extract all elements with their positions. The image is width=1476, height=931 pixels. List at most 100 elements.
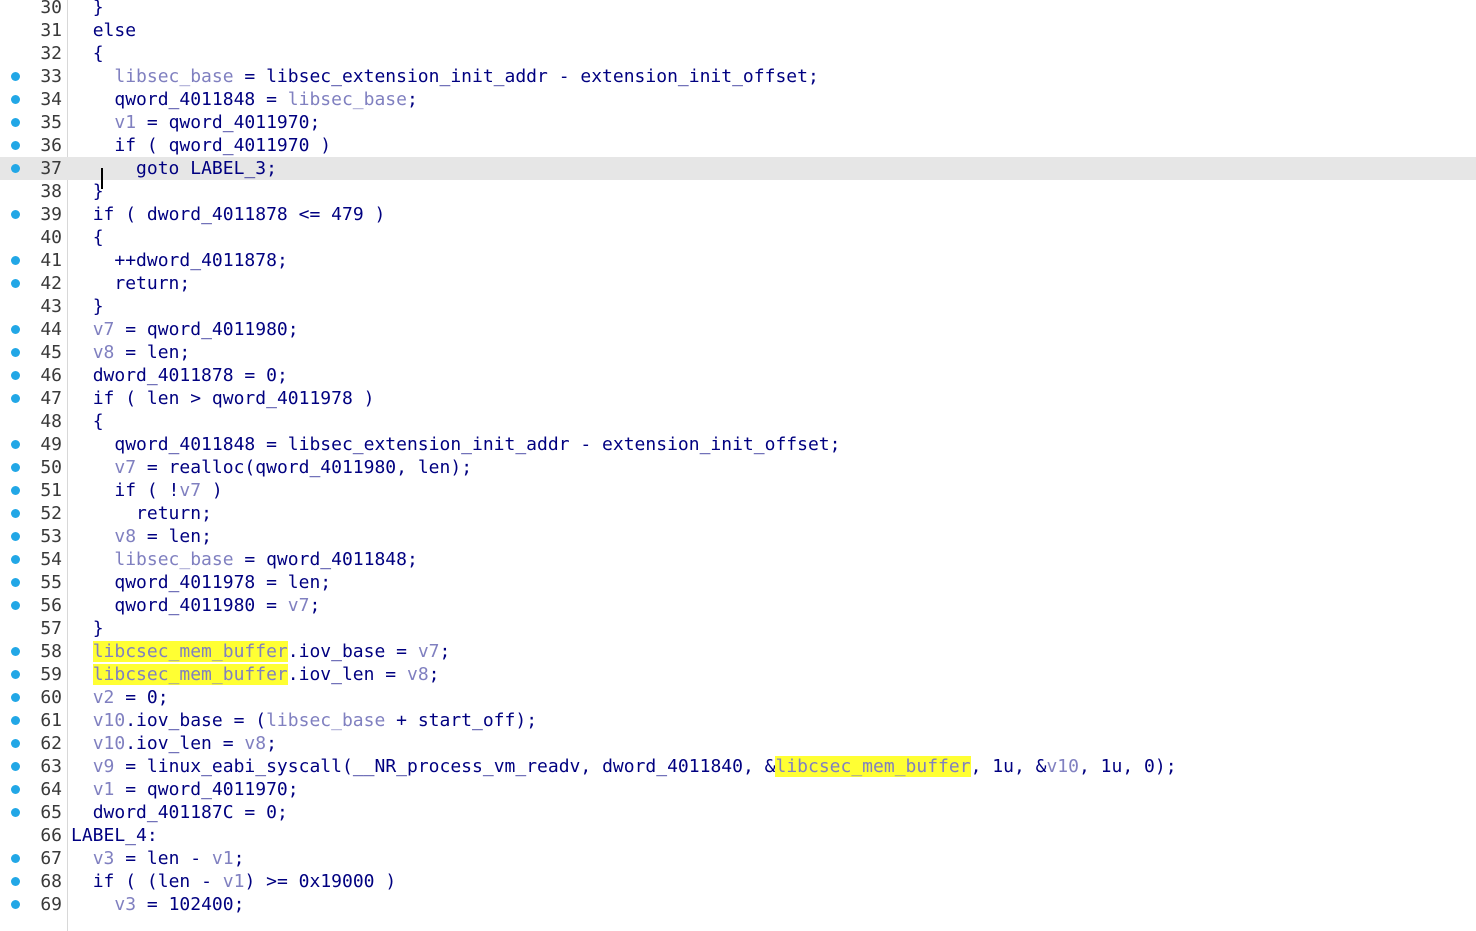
code-line[interactable]: 53 v8 = len; — [0, 525, 1476, 548]
identifier[interactable]: qword_4011848 — [114, 434, 255, 455]
breakpoint-dot-icon[interactable] — [11, 210, 20, 219]
code-text[interactable]: v10.iov_base = (libsec_base + start_off)… — [71, 709, 537, 732]
code-text[interactable]: if ( (len - v1) >= 0x19000 ) — [71, 870, 397, 893]
code-text[interactable]: v8 = len; — [71, 525, 212, 548]
local-variable[interactable]: libsec_base — [114, 549, 233, 570]
code-line[interactable]: 61 v10.iov_base = (libsec_base + start_o… — [0, 709, 1476, 732]
keyword[interactable]: if — [93, 871, 115, 892]
code-line[interactable]: 45 v8 = len; — [0, 341, 1476, 364]
identifier[interactable]: realloc — [169, 457, 245, 478]
identifier[interactable]: extension_init_offset — [580, 66, 808, 87]
code-area[interactable]: 30 } 31 else 32 {33 libsec_base = libsec_e… — [0, 0, 1476, 916]
identifier[interactable]: len — [147, 848, 180, 869]
local-variable[interactable]: v7 — [179, 480, 201, 501]
local-variable[interactable]: v8 — [407, 664, 429, 685]
code-text[interactable]: return; — [71, 502, 212, 525]
identifier[interactable]: start_off — [418, 710, 516, 731]
identifier[interactable]: len — [418, 457, 451, 478]
keyword[interactable]: if — [93, 204, 115, 225]
breakpoint-dot-icon[interactable] — [11, 256, 20, 265]
local-variable[interactable]: libsec_base — [114, 66, 233, 87]
number-literal[interactable]: 0 — [1144, 756, 1155, 777]
code-line[interactable]: 31 else — [0, 19, 1476, 42]
code-line[interactable]: 50 v7 = realloc(qword_4011980, len); — [0, 456, 1476, 479]
breakpoint-dot-icon[interactable] — [11, 785, 20, 794]
code-text[interactable]: v8 = len; — [71, 341, 191, 364]
number-literal[interactable]: 1u — [992, 756, 1014, 777]
breakpoint-dot-icon[interactable] — [11, 118, 20, 127]
identifier[interactable]: qword_4011980 — [255, 457, 396, 478]
code-text[interactable]: v3 = 102400; — [71, 893, 244, 916]
local-variable[interactable]: v9 — [93, 756, 115, 777]
code-text[interactable]: { — [71, 226, 104, 249]
code-line[interactable]: 32 { — [0, 42, 1476, 65]
identifier[interactable]: qword_4011978 — [212, 388, 353, 409]
breakpoint-dot-icon[interactable] — [11, 509, 20, 518]
breakpoint-dot-icon[interactable] — [11, 371, 20, 380]
identifier[interactable]: qword_4011970 — [169, 135, 310, 156]
local-variable[interactable]: v10 — [1046, 756, 1079, 777]
breakpoint-dot-icon[interactable] — [11, 164, 20, 173]
breakpoint-dot-icon[interactable] — [11, 854, 20, 863]
keyword[interactable]: return — [136, 503, 201, 524]
code-text[interactable]: qword_4011848 = libsec_extension_init_ad… — [71, 433, 840, 456]
code-text[interactable]: { — [71, 410, 104, 433]
code-text[interactable]: libsec_base = qword_4011848; — [71, 548, 417, 571]
breakpoint-dot-icon[interactable] — [11, 762, 20, 771]
breakpoint-dot-icon[interactable] — [11, 348, 20, 357]
code-text[interactable]: qword_4011980 = v7; — [71, 594, 320, 617]
code-line[interactable]: 62 v10.iov_len = v8; — [0, 732, 1476, 755]
local-variable[interactable]: v1 — [114, 112, 136, 133]
code-line[interactable]: 69 v3 = 102400; — [0, 893, 1476, 916]
identifier[interactable]: libsec_extension_init_addr — [266, 66, 548, 87]
code-line[interactable]: 57 } — [0, 617, 1476, 640]
code-line[interactable]: 60 v2 = 0; — [0, 686, 1476, 709]
code-text[interactable]: v1 = qword_4011970; — [71, 111, 320, 134]
identifier[interactable]: libsec_extension_init_addr — [288, 434, 570, 455]
identifier[interactable]: len — [158, 871, 191, 892]
identifier[interactable]: qword_4011848 — [114, 89, 255, 110]
identifier[interactable]: len — [288, 572, 321, 593]
number-literal[interactable]: 0 — [147, 687, 158, 708]
local-variable[interactable]: libsec_base — [266, 710, 385, 731]
breakpoint-dot-icon[interactable] — [11, 141, 20, 150]
breakpoint-dot-icon[interactable] — [11, 716, 20, 725]
identifier[interactable]: qword_4011970 — [169, 112, 310, 133]
local-variable[interactable]: v1 — [93, 779, 115, 800]
identifier[interactable]: qword_4011848 — [266, 549, 407, 570]
local-variable[interactable]: v3 — [93, 848, 115, 869]
identifier[interactable]: dword_401187C — [93, 802, 234, 823]
local-variable[interactable]: v7 — [93, 319, 115, 340]
breakpoint-dot-icon[interactable] — [11, 877, 20, 886]
code-line[interactable]: 48 { — [0, 410, 1476, 433]
local-variable[interactable]: v1 — [212, 848, 234, 869]
code-line[interactable]: 41 ++dword_4011878; — [0, 249, 1476, 272]
code-text[interactable]: v10.iov_len = v8; — [71, 732, 277, 755]
keyword[interactable]: else — [93, 20, 136, 41]
code-text[interactable]: libcsec_mem_buffer.iov_len = v8; — [71, 663, 440, 686]
breakpoint-dot-icon[interactable] — [11, 394, 20, 403]
number-literal[interactable]: 0 — [266, 802, 277, 823]
code-text[interactable]: } — [71, 617, 104, 640]
code-line[interactable]: 64 v1 = qword_4011970; — [0, 778, 1476, 801]
keyword[interactable]: if — [114, 480, 136, 501]
breakpoint-dot-icon[interactable] — [11, 279, 20, 288]
identifier[interactable]: dword_4011840 — [602, 756, 743, 777]
code-text[interactable]: } — [71, 180, 104, 203]
code-text[interactable]: ++dword_4011878; — [71, 249, 287, 272]
label[interactable]: LABEL_4 — [71, 825, 147, 846]
breakpoint-dot-icon[interactable] — [11, 532, 20, 541]
identifier[interactable]: linux_eabi_syscall — [147, 756, 342, 777]
identifier[interactable]: __NR_process_vm_readv — [353, 756, 581, 777]
breakpoint-dot-icon[interactable] — [11, 440, 20, 449]
breakpoint-dot-icon[interactable] — [11, 693, 20, 702]
breakpoint-dot-icon[interactable] — [11, 555, 20, 564]
local-variable[interactable]: v3 — [114, 894, 136, 915]
code-line[interactable]: 44 v7 = qword_4011980; — [0, 318, 1476, 341]
code-line[interactable]: 34 qword_4011848 = libsec_base; — [0, 88, 1476, 111]
code-line[interactable]: 47 if ( len > qword_4011978 ) — [0, 387, 1476, 410]
code-text[interactable]: { — [71, 42, 104, 65]
code-line[interactable]: 67 v3 = len - v1; — [0, 847, 1476, 870]
code-line[interactable]: 43 } — [0, 295, 1476, 318]
code-text[interactable]: v7 = qword_4011980; — [71, 318, 299, 341]
